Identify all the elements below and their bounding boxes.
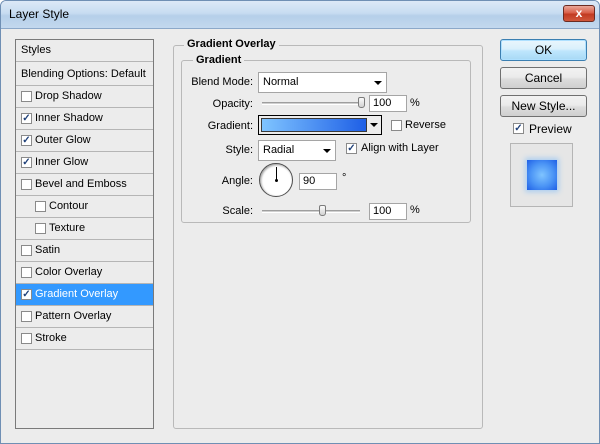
style-item-label: Color Overlay (35, 266, 103, 278)
style-item-checkbox[interactable] (21, 179, 32, 190)
align-with-layer-checkbox[interactable]: ✓ (346, 143, 357, 154)
chevron-down-icon (323, 149, 331, 153)
style-item-label: Contour (49, 200, 89, 212)
style-item-checkbox[interactable]: ✓ (21, 157, 32, 168)
gradient-label: Gradient: (207, 120, 253, 132)
scale-value: 100 (373, 205, 392, 217)
align-with-layer-label: Align with Layer (361, 142, 439, 154)
gradient-overlay-title: Gradient Overlay (184, 38, 279, 50)
blend-mode-value: Normal (263, 76, 299, 88)
style-item-label: Drop Shadow (35, 90, 102, 102)
style-item-checkbox[interactable] (35, 201, 46, 212)
preview-checkbox[interactable]: ✓ (513, 123, 524, 134)
close-button[interactable]: x (563, 5, 595, 22)
style-item-checkbox[interactable] (21, 91, 32, 102)
scale-label: Scale: (222, 205, 253, 217)
angle-label: Angle: (221, 175, 253, 187)
blend-mode-select[interactable]: Normal (258, 72, 387, 93)
gradient-picker[interactable] (258, 115, 382, 135)
style-item-checkbox[interactable]: ✓ (21, 135, 32, 146)
angle-value: 90 (303, 175, 316, 187)
reverse-checkbox[interactable] (391, 120, 402, 131)
styles-list: Styles Blending Options: Default Drop Sh… (15, 39, 154, 429)
style-item-contour[interactable]: Contour (16, 196, 153, 218)
styles-header-label: Styles (21, 44, 51, 56)
style-item-color-overlay[interactable]: Color Overlay (16, 262, 153, 284)
opacity-slider-thumb[interactable] (358, 97, 365, 108)
opacity-input[interactable]: 100 (369, 95, 407, 112)
style-item-stroke[interactable]: Stroke (16, 328, 153, 350)
style-item-checkbox[interactable] (21, 333, 32, 344)
blending-options-item[interactable]: Blending Options: Default (16, 64, 153, 86)
style-item-checkbox[interactable] (35, 223, 46, 234)
preview-label: Preview (529, 122, 572, 136)
style-item-label: Gradient Overlay (35, 288, 119, 300)
style-item-pattern-overlay[interactable]: Pattern Overlay (16, 306, 153, 328)
opacity-unit: % (410, 97, 420, 109)
angle-input[interactable]: 90 (299, 173, 337, 190)
style-item-texture[interactable]: Texture (16, 218, 153, 240)
scale-slider-track[interactable] (262, 210, 360, 213)
style-item-checkbox[interactable] (21, 311, 32, 322)
gradient-subgroup-title: Gradient (193, 54, 245, 66)
style-item-checkbox[interactable]: ✓ (21, 289, 32, 300)
style-item-checkbox[interactable]: ✓ (21, 113, 32, 124)
close-icon: x (575, 6, 583, 20)
style-item-label: Inner Glow (35, 156, 89, 168)
angle-dial-icon[interactable] (259, 163, 293, 197)
opacity-slider-track[interactable] (262, 102, 365, 105)
style-item-bevel-and-emboss[interactable]: Bevel and Emboss (16, 174, 153, 196)
style-item-satin[interactable]: Satin (16, 240, 153, 262)
style-item-outer-glow[interactable]: ✓ Outer Glow (16, 130, 153, 152)
style-select[interactable]: Radial (258, 140, 336, 161)
angle-unit: ° (342, 172, 347, 184)
style-item-label: Texture (49, 222, 86, 234)
scale-input[interactable]: 100 (369, 203, 407, 220)
blend-mode-label: Blend Mode: (191, 76, 253, 88)
style-item-inner-shadow[interactable]: ✓ Inner Shadow (16, 108, 153, 130)
style-item-drop-shadow[interactable]: Drop Shadow (16, 86, 153, 108)
style-item-checkbox[interactable] (21, 267, 32, 278)
blending-options-label: Blending Options: Default (21, 68, 146, 80)
title-bar[interactable]: Layer Style x (1, 1, 599, 29)
style-preview (510, 143, 573, 207)
chevron-down-icon[interactable] (370, 123, 378, 127)
reverse-label: Reverse (405, 119, 446, 131)
layer-style-dialog: Layer Style x Styles Blending Options: D… (0, 0, 600, 444)
preview-thumbnail (527, 160, 557, 190)
style-item-gradient-overlay[interactable]: ✓ Gradient Overlay (16, 284, 153, 306)
style-item-label: Bevel and Emboss (35, 178, 127, 190)
scale-slider-thumb[interactable] (319, 205, 326, 216)
opacity-value: 100 (373, 97, 392, 109)
style-item-label: Pattern Overlay (35, 310, 112, 322)
new-style-button[interactable]: New Style... (500, 95, 587, 117)
style-label: Style: (225, 144, 253, 156)
angle-dial-center (275, 179, 278, 182)
styles-header[interactable]: Styles (16, 40, 153, 62)
window-title: Layer Style (9, 7, 70, 21)
style-item-label: Inner Shadow (35, 112, 103, 124)
style-item-label: Stroke (35, 332, 67, 344)
style-item-label: Satin (35, 244, 61, 256)
cancel-button[interactable]: Cancel (500, 67, 587, 89)
style-item-inner-glow[interactable]: ✓ Inner Glow (16, 152, 153, 174)
style-item-checkbox[interactable] (21, 245, 32, 256)
scale-unit: % (410, 204, 420, 216)
ok-button[interactable]: OK (500, 39, 587, 61)
gradient-preview-swatch[interactable] (261, 118, 367, 132)
style-item-label: Outer Glow (35, 134, 91, 146)
opacity-label: Opacity: (212, 98, 253, 110)
style-value: Radial (263, 144, 295, 156)
chevron-down-icon (374, 81, 382, 85)
